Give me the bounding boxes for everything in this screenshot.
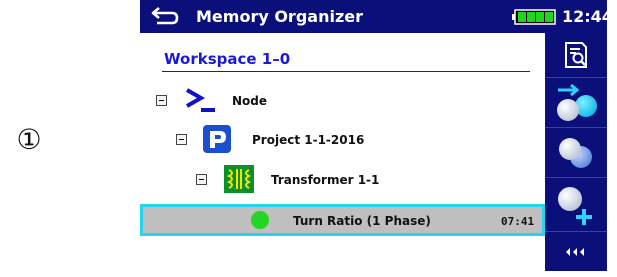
measurement-time: 07:41	[501, 215, 535, 228]
start-measurement-button[interactable]	[545, 77, 607, 128]
tree-item-project[interactable]: Project 1-1-2016	[140, 125, 540, 153]
node-icon	[186, 88, 215, 112]
tree-item-label: Transformer 1-1	[271, 173, 380, 187]
clone-icon	[559, 138, 592, 168]
clone-button[interactable]	[545, 127, 607, 178]
add-new-icon	[558, 187, 592, 225]
add-new-button[interactable]	[545, 177, 607, 232]
collapse-sidebar-button[interactable]	[545, 231, 607, 272]
workspace-divider	[162, 71, 530, 72]
page-title: Memory Organizer	[196, 7, 363, 26]
battery-icon	[512, 9, 556, 25]
instrument-screen: Memory Organizer 12:44 Workspace 1–0 Nod…	[140, 0, 613, 271]
collapse-toggle-icon[interactable]	[156, 95, 167, 106]
action-sidebar	[545, 33, 607, 271]
back-arrow-icon[interactable]	[150, 5, 180, 27]
measurement-label: Turn Ratio (1 Phase)	[293, 214, 431, 228]
collapse-toggle-icon[interactable]	[196, 174, 207, 185]
view-results-icon	[565, 42, 587, 68]
tree-item-node[interactable]: Node	[140, 86, 540, 114]
step-marker: ①	[16, 122, 42, 156]
start-measurement-icon	[557, 83, 597, 121]
workspace-title[interactable]: Workspace 1–0	[164, 50, 290, 68]
view-results-button[interactable]	[545, 33, 607, 77]
collapse-arrows-icon	[566, 248, 584, 256]
tree-item-label: Project 1-1-2016	[252, 133, 365, 147]
tree-item-label: Node	[232, 94, 268, 108]
transformer-icon	[224, 165, 254, 193]
clock: 12:44	[562, 7, 613, 26]
tree-item-measurement-selected[interactable]: Turn Ratio (1 Phase) 07:41	[140, 204, 545, 236]
tree-item-transformer[interactable]: Transformer 1-1	[140, 165, 540, 193]
title-bar: Memory Organizer 12:44	[140, 0, 613, 33]
collapse-toggle-icon[interactable]	[176, 134, 187, 145]
status-passed-icon	[251, 211, 269, 229]
project-icon	[203, 125, 231, 153]
